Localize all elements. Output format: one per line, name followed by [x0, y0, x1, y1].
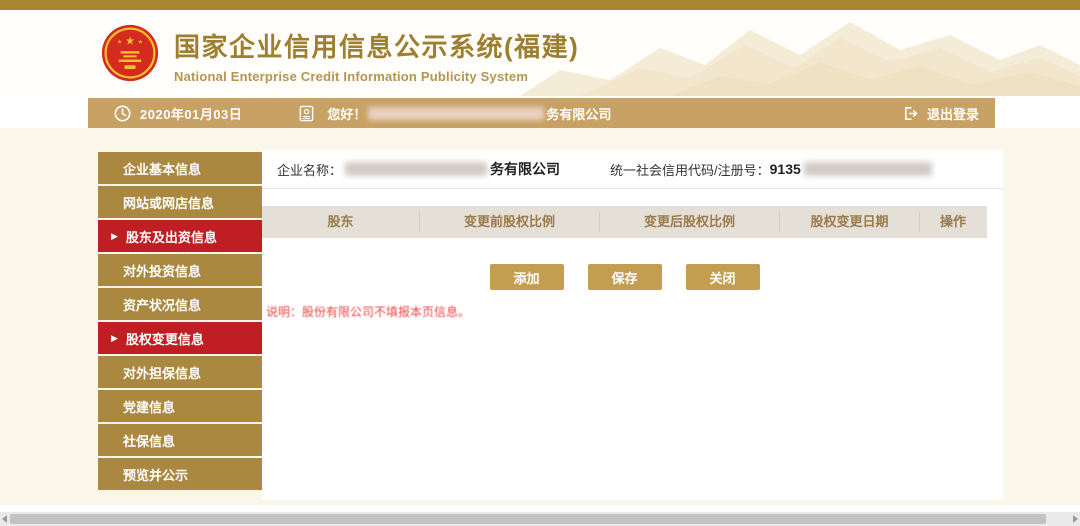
sidebar-item-label: 股东及出资信息	[126, 227, 217, 246]
sidebar-item-label: 企业基本信息	[123, 159, 201, 178]
greeting: 您好！ 务有限公司	[327, 104, 611, 123]
sidebar-item-label: 对外担保信息	[123, 363, 201, 382]
sidebar-item[interactable]: ▶预览并公示	[98, 458, 262, 490]
site-header: ★ ★ ★ 国家企业信用信息公示系统(福建) National Enterpri…	[0, 10, 1080, 96]
save-button[interactable]: 保存	[588, 264, 662, 290]
sidebar-item[interactable]: ▶企业基本信息	[98, 152, 262, 184]
column-header: 股东	[262, 212, 420, 232]
scroll-left-arrow-icon[interactable]	[2, 515, 7, 523]
logout-button[interactable]: 退出登录	[902, 104, 979, 123]
instruction-note: 说明：股份有限公司不填报本页信息。	[262, 303, 1003, 320]
sidebar-item-label: 股权变更信息	[126, 329, 204, 348]
redacted-credit-code	[804, 162, 932, 176]
add-button[interactable]: 添加	[490, 264, 564, 290]
current-date: 2020年01月03日	[140, 104, 242, 123]
sidebar-item-label: 党建信息	[123, 397, 175, 416]
clock-icon	[114, 105, 131, 122]
main-panel: 企业名称： 务有限公司 统一社会信用代码/注册号： 9135 股东变更前股权比例…	[262, 150, 1003, 500]
sidebar-item[interactable]: ▶社保信息	[98, 424, 262, 456]
user-badge-icon	[298, 105, 315, 122]
sidebar-item[interactable]: ▶ 股权变更信息	[98, 322, 262, 354]
company-name-label: 企业名称：	[277, 160, 342, 179]
credit-code-label: 统一社会信用代码/注册号：	[610, 160, 770, 179]
scrollbar-thumb[interactable]	[10, 514, 1046, 524]
action-buttons: 添加 保存 关闭	[262, 264, 987, 290]
sidebar-item-label: 网站或网店信息	[123, 193, 214, 212]
page: ★ ★ ★ 国家企业信用信息公示系统(福建) National Enterpri…	[0, 0, 1080, 526]
active-arrow-icon: ▶	[111, 333, 118, 344]
session-bar: 2020年01月03日 您好！ 务有限公司 退出登录	[88, 98, 995, 128]
active-arrow-icon: ▶	[111, 231, 118, 242]
greeting-company-suffix: 务有限公司	[546, 104, 611, 123]
sidebar-item[interactable]: ▶资产状况信息	[98, 288, 262, 320]
credit-code-prefix: 9135	[770, 161, 801, 177]
site-title: 国家企业信用信息公示系统(福建)	[174, 27, 579, 64]
sidebar-item-label: 预览并公示	[123, 465, 188, 484]
national-emblem-logo: ★ ★ ★	[100, 22, 160, 84]
redacted-company-name	[368, 107, 544, 120]
sidebar: ▶企业基本信息▶网站或网店信息 ▶ 股东及出资信息 ▶对外投资信息▶资产状况信息 ▶ 股权…	[98, 152, 262, 492]
sidebar-item-label: 对外投资信息	[123, 261, 201, 280]
horizontal-scrollbar[interactable]	[0, 512, 1080, 526]
column-header: 操作	[920, 212, 986, 232]
redacted-company-name	[345, 162, 487, 176]
close-button[interactable]: 关闭	[686, 264, 760, 290]
sidebar-item[interactable]: ▶网站或网店信息	[98, 186, 262, 218]
column-header: 股权变更日期	[780, 212, 920, 232]
scroll-right-arrow-icon[interactable]	[1073, 515, 1078, 523]
credit-code-group: 统一社会信用代码/注册号： 9135	[610, 160, 935, 179]
top-accent-strip	[0, 0, 1080, 10]
svg-text:★: ★	[117, 39, 122, 46]
sidebar-item[interactable]: ▶党建信息	[98, 390, 262, 422]
sidebar-item-label: 资产状况信息	[123, 295, 201, 314]
sidebar-item[interactable]: ▶对外投资信息	[98, 254, 262, 286]
company-name-suffix: 务有限公司	[490, 159, 560, 179]
sidebar-item[interactable]: ▶ 股东及出资信息	[98, 220, 262, 252]
svg-text:★: ★	[125, 36, 135, 48]
column-header: 变更后股权比例	[600, 212, 780, 232]
mountain-watermark	[520, 10, 1080, 96]
table-header: 股东变更前股权比例变更后股权比例股权变更日期操作	[262, 206, 987, 238]
column-header: 变更前股权比例	[420, 212, 600, 232]
logout-icon	[902, 105, 919, 122]
sidebar-item-label: 社保信息	[123, 431, 175, 450]
logout-label: 退出登录	[927, 104, 979, 123]
company-info-row: 企业名称： 务有限公司 统一社会信用代码/注册号： 9135	[262, 150, 1003, 189]
site-subtitle: National Enterprise Credit Information P…	[174, 69, 579, 84]
greeting-prefix: 您好！	[327, 104, 366, 123]
sidebar-item[interactable]: ▶对外担保信息	[98, 356, 262, 388]
svg-text:★: ★	[138, 39, 143, 46]
